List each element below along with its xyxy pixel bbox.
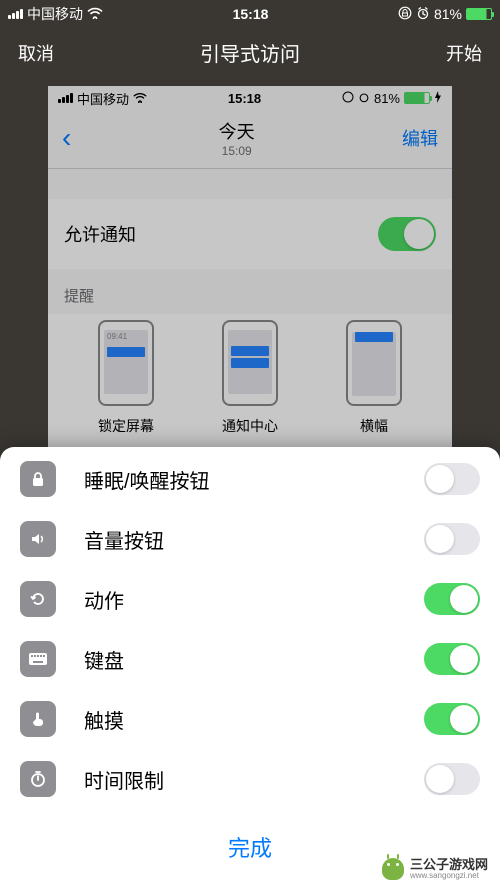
watermark: 三公子游戏网 www.sangongzi.net bbox=[382, 858, 488, 881]
start-button[interactable]: 开始 bbox=[446, 40, 482, 66]
battery-pct: 81% bbox=[374, 91, 400, 106]
sheet-item-label: 睡眠/唤醒按钮 bbox=[84, 465, 424, 494]
sheet-item-motion: 动作 bbox=[0, 571, 500, 631]
watermark-logo-icon bbox=[382, 858, 404, 880]
alert-style-banner[interactable]: 横幅 bbox=[346, 320, 402, 436]
status-time: 15:18 bbox=[103, 6, 398, 22]
inner-title: 今天 bbox=[71, 118, 402, 144]
page-title: 引导式访问 bbox=[200, 38, 300, 67]
orientation-lock-icon bbox=[398, 6, 412, 23]
sheet-item-label: 时间限制 bbox=[84, 765, 424, 794]
back-chevron-icon[interactable]: ‹ bbox=[62, 124, 71, 152]
sheet-item-volume: 音量按钮 bbox=[0, 511, 500, 571]
wifi-icon bbox=[87, 6, 103, 22]
keyboard-switch[interactable] bbox=[424, 643, 480, 675]
touch-switch[interactable] bbox=[424, 703, 480, 735]
sheet-item-label: 触摸 bbox=[84, 705, 424, 734]
alarm-icon bbox=[358, 91, 370, 106]
options-sheet: 睡眠/唤醒按钮 音量按钮 动作 键盘 触摸 时间限制 完成 bbox=[0, 447, 500, 889]
sheet-item-label: 键盘 bbox=[84, 645, 424, 674]
edit-button[interactable]: 编辑 bbox=[402, 125, 438, 151]
touch-icon bbox=[20, 701, 56, 737]
keyboard-icon bbox=[20, 641, 56, 677]
motion-icon bbox=[20, 581, 56, 617]
carrier-label: 中国移动 bbox=[27, 4, 83, 24]
status-time: 15:18 bbox=[147, 91, 342, 106]
lock-icon bbox=[20, 461, 56, 497]
wifi-icon bbox=[133, 91, 147, 106]
alert-style-lockscreen[interactable]: 09:41 锁定屏幕 bbox=[98, 320, 154, 436]
inner-subtitle: 15:09 bbox=[71, 144, 402, 158]
allow-notifications-label: 允许通知 bbox=[64, 221, 136, 247]
cancel-button[interactable]: 取消 bbox=[18, 40, 54, 66]
app-preview: 中国移动 15:18 81% ‹ 今天 15:09 编辑 bbox=[0, 86, 500, 456]
signal-icon bbox=[58, 93, 73, 103]
alert-style-notification-center[interactable]: 通知中心 bbox=[222, 320, 278, 436]
watermark-name: 三公子游戏网 bbox=[410, 858, 488, 872]
motion-switch[interactable] bbox=[424, 583, 480, 615]
sheet-item-keyboard: 键盘 bbox=[0, 631, 500, 691]
volume-switch[interactable] bbox=[424, 523, 480, 555]
timer-icon bbox=[20, 761, 56, 797]
battery-icon bbox=[404, 92, 430, 104]
sleep-wake-switch[interactable] bbox=[424, 463, 480, 495]
status-bar: 中国移动 15:18 81% bbox=[0, 0, 500, 28]
sheet-item-sleep-wake: 睡眠/唤醒按钮 bbox=[0, 447, 500, 511]
carrier-label: 中国移动 bbox=[77, 89, 129, 108]
sheet-item-touch: 触摸 bbox=[0, 691, 500, 751]
signal-icon bbox=[8, 9, 23, 19]
allow-notifications-switch[interactable] bbox=[378, 217, 436, 251]
alerts-section-header: 提醒 bbox=[48, 269, 452, 314]
time-limit-switch[interactable] bbox=[424, 763, 480, 795]
charging-icon bbox=[434, 91, 442, 106]
volume-icon bbox=[20, 521, 56, 557]
battery-pct: 81% bbox=[434, 6, 462, 22]
battery-icon bbox=[466, 8, 492, 20]
orientation-lock-icon bbox=[342, 91, 354, 106]
sheet-item-time-limit: 时间限制 bbox=[0, 751, 500, 811]
sheet-item-label: 音量按钮 bbox=[84, 525, 424, 554]
guided-access-nav: 取消 引导式访问 开始 bbox=[0, 28, 500, 83]
alarm-icon bbox=[416, 6, 430, 23]
watermark-url: www.sangongzi.net bbox=[410, 872, 488, 881]
sheet-item-label: 动作 bbox=[84, 585, 424, 614]
